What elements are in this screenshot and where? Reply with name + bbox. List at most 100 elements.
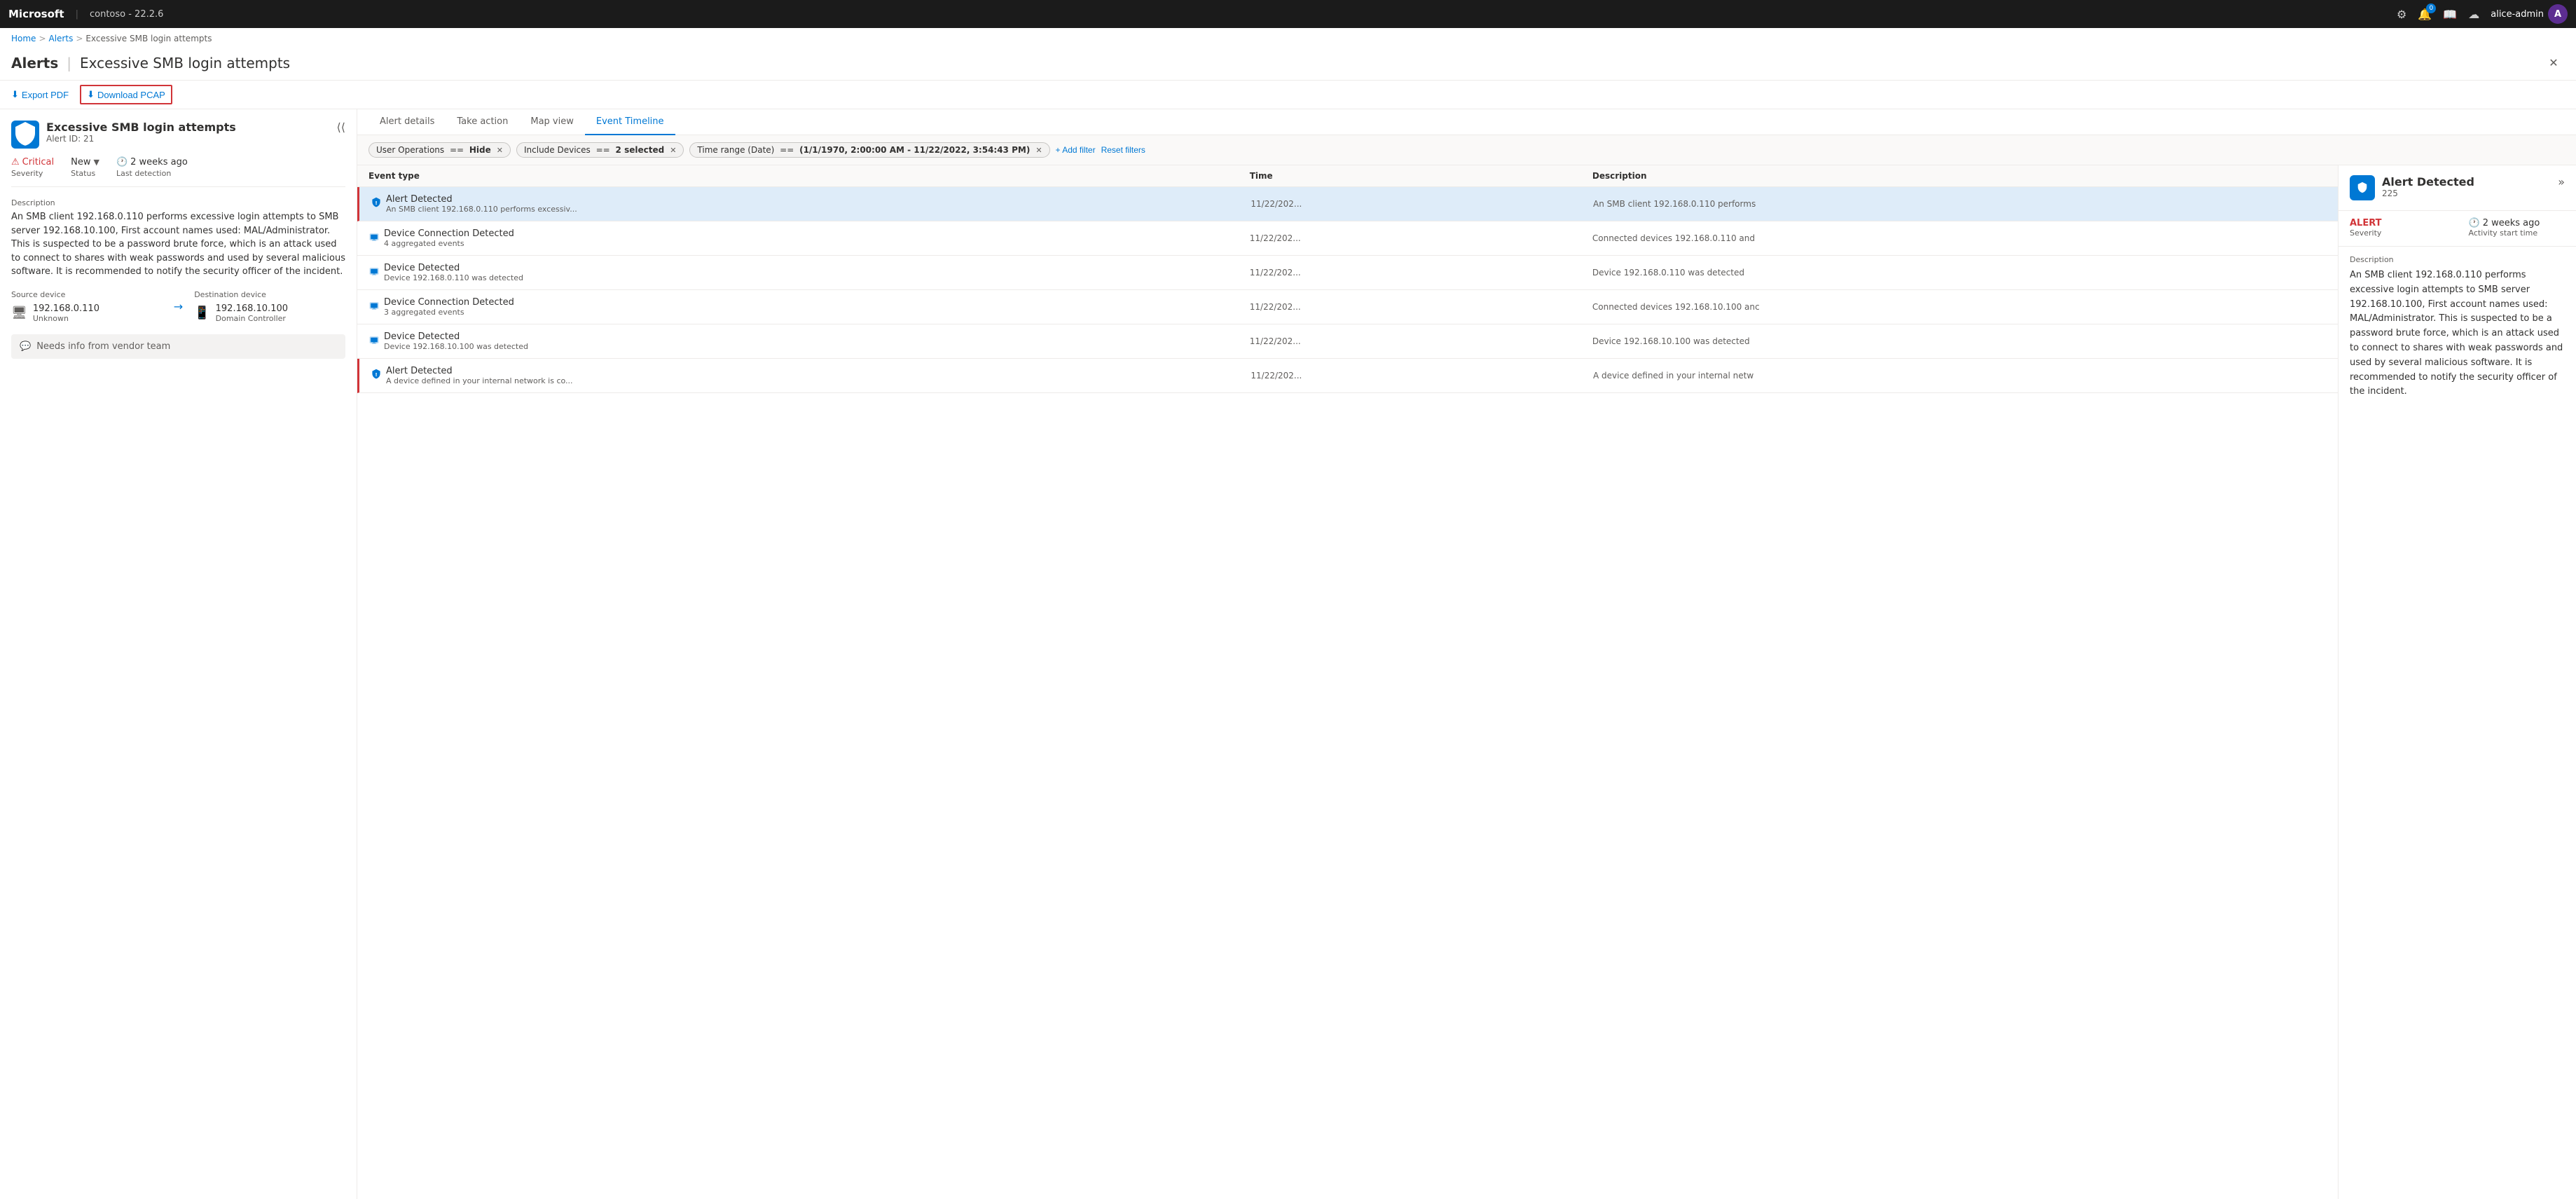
detail-panel: Alert Detected 225 » ALERT Severity 🕐 2 … (2338, 165, 2576, 1199)
comment-icon: 💬 (20, 341, 31, 352)
filter3-key: Time range (Date) (697, 145, 774, 155)
device-arrow-icon: → (163, 300, 194, 313)
detail-time-value: 🕐 2 weeks ago (2469, 218, 2565, 228)
dest-device-label: Destination device (194, 290, 345, 299)
event-icon: ! (371, 369, 382, 383)
close-button[interactable]: ✕ (2542, 52, 2565, 74)
filter1-key: User Operations (376, 145, 444, 155)
description-text: An SMB client 192.168.0.110 performs exc… (11, 210, 345, 279)
dest-device-ip[interactable]: 192.168.10.100 (216, 303, 288, 314)
cloud-icon[interactable]: ☁ (2468, 8, 2479, 21)
topnav: Microsoft | contoso - 22.2.6 ⚙ 🔔 0 📖 ☁ a… (0, 0, 2576, 28)
timeline-area: Event type Time Description ! Alert Dete… (357, 165, 2576, 1199)
page-subtitle: Excessive SMB login attempts (80, 55, 290, 71)
severity-label: Severity (11, 169, 54, 178)
event-type: Device Connection Detected (384, 297, 514, 308)
event-subtitle: A device defined in your internal networ… (386, 376, 573, 385)
source-device-block: Source device 🖥 192.168.0.110 Unknown (11, 290, 163, 323)
event-type: Device Connection Detected (384, 228, 514, 239)
table-row[interactable]: Device Detected Device 192.168.10.100 wa… (357, 324, 2338, 359)
dest-device-type: Domain Controller (216, 314, 288, 323)
status-value[interactable]: New ▼ (71, 157, 99, 167)
filter2-val: 2 selected (616, 145, 665, 155)
topnav-icons: ⚙ 🔔 0 📖 ☁ alice-admin A (2397, 4, 2568, 24)
table-row[interactable]: ! Alert Detected An SMB client 192.168.0… (357, 187, 2338, 221)
filter1-val: Hide (469, 145, 491, 155)
clock-icon: 🕐 (116, 157, 128, 167)
tab-event-timeline[interactable]: Event Timeline (585, 109, 675, 135)
page-title: Alerts (11, 55, 58, 71)
event-time: 11/22/202... (1250, 302, 1592, 312)
add-filter-button[interactable]: + Add filter (1056, 145, 1096, 155)
filter-chip-time-range: Time range (Date) == (1/1/1970, 2:00:00 … (689, 142, 1049, 158)
notification-badge: 0 (2426, 4, 2436, 13)
tab-map-view[interactable]: Map view (519, 109, 585, 135)
source-device-type: Unknown (33, 314, 99, 323)
description-label: Description (11, 198, 345, 207)
table-row[interactable]: Device Detected Device 192.168.0.110 was… (357, 256, 2338, 290)
event-type: Device Detected (384, 331, 528, 342)
filter2-remove-button[interactable]: ✕ (670, 146, 676, 155)
filter3-op: == (777, 145, 797, 155)
breadcrumb-sep2: > (76, 34, 83, 43)
table-row[interactable]: Device Connection Detected 4 aggregated … (357, 221, 2338, 256)
tab-alert-details[interactable]: Alert details (369, 109, 446, 135)
event-subtitle: Device 192.168.0.110 was detected (384, 273, 523, 282)
page-title-sep: | (67, 55, 71, 71)
devices-section: Source device 🖥 192.168.0.110 Unknown → … (11, 290, 345, 323)
event-table: Event type Time Description ! Alert Dete… (357, 165, 2338, 1199)
alert-title: Excessive SMB login attempts (46, 121, 236, 134)
event-icon: ! (371, 197, 382, 211)
download-pcap-button[interactable]: ⬇ Download PCAP (80, 85, 172, 104)
filter2-op: == (593, 145, 613, 155)
detail-desc-text: An SMB client 192.168.0.110 performs exc… (2350, 268, 2565, 399)
filter-chip-user-operations: User Operations == Hide ✕ (369, 142, 511, 158)
table-row[interactable]: ! Alert Detected A device defined in you… (357, 359, 2338, 393)
comment-text: Needs info from vendor team (36, 341, 170, 352)
breadcrumb-home[interactable]: Home (11, 34, 36, 43)
detail-expand-icon[interactable]: » (2558, 175, 2565, 189)
comment-section: 💬 Needs info from vendor team (11, 334, 345, 359)
source-device-ip[interactable]: 192.168.0.110 (33, 303, 99, 314)
alert-meta: ⚠ Critical Severity New ▼ Status 🕐 2 wee… (11, 157, 345, 187)
collapse-button[interactable]: ⟨⟨ (337, 121, 345, 135)
notification-icon[interactable]: 🔔 0 (2418, 8, 2432, 21)
col-time: Time (1250, 171, 1592, 181)
user-menu[interactable]: alice-admin A (2491, 4, 2568, 24)
filter1-op: == (447, 145, 467, 155)
event-type: Alert Detected (386, 366, 573, 376)
dest-device-icon: 📱 (194, 306, 209, 320)
right-panel: Alert details Take action Map view Event… (357, 109, 2576, 1199)
event-subtitle: 4 aggregated events (384, 239, 514, 248)
last-detection-label: Last detection (116, 169, 188, 178)
breadcrumb-alerts[interactable]: Alerts (49, 34, 74, 43)
event-desc: Device 192.168.0.110 was detected (1592, 268, 2327, 278)
tenant-name: contoso - 22.2.6 (90, 9, 163, 20)
detail-description-section: Description An SMB client 192.168.0.110 … (2339, 247, 2576, 408)
download-pcap-icon: ⬇ (87, 89, 95, 100)
reset-filters-button[interactable]: Reset filters (1101, 145, 1145, 155)
event-desc: A device defined in your internal netw (1593, 371, 2327, 381)
export-pdf-button[interactable]: ⬇ Export PDF (11, 86, 69, 103)
event-type: Device Detected (384, 263, 523, 273)
status-label: Status (71, 169, 99, 178)
detail-shield-icon (2350, 175, 2375, 200)
filter3-remove-button[interactable]: ✕ (1035, 146, 1042, 155)
dest-device-block: Destination device 📱 192.168.10.100 Doma… (194, 290, 345, 323)
status-chevron-icon: ▼ (93, 158, 99, 167)
detail-id: 225 (2382, 189, 2474, 198)
last-detection-meta: 🕐 2 weeks ago Last detection (116, 157, 188, 178)
filter1-remove-button[interactable]: ✕ (497, 146, 503, 155)
event-time: 11/22/202... (1250, 336, 1592, 346)
tab-take-action[interactable]: Take action (446, 109, 519, 135)
export-pdf-icon: ⬇ (11, 89, 19, 100)
book-icon[interactable]: 📖 (2443, 8, 2457, 21)
last-detection-value: 🕐 2 weeks ago (116, 157, 188, 167)
event-icon (369, 231, 380, 245)
event-icon (369, 334, 380, 348)
breadcrumb-current: Excessive SMB login attempts (85, 34, 212, 43)
settings-icon[interactable]: ⚙ (2397, 8, 2406, 21)
filter-chip-include-devices: Include Devices == 2 selected ✕ (516, 142, 684, 158)
toolbar: ⬇ Export PDF ⬇ Download PCAP (0, 81, 2576, 109)
table-row[interactable]: Device Connection Detected 3 aggregated … (357, 290, 2338, 324)
